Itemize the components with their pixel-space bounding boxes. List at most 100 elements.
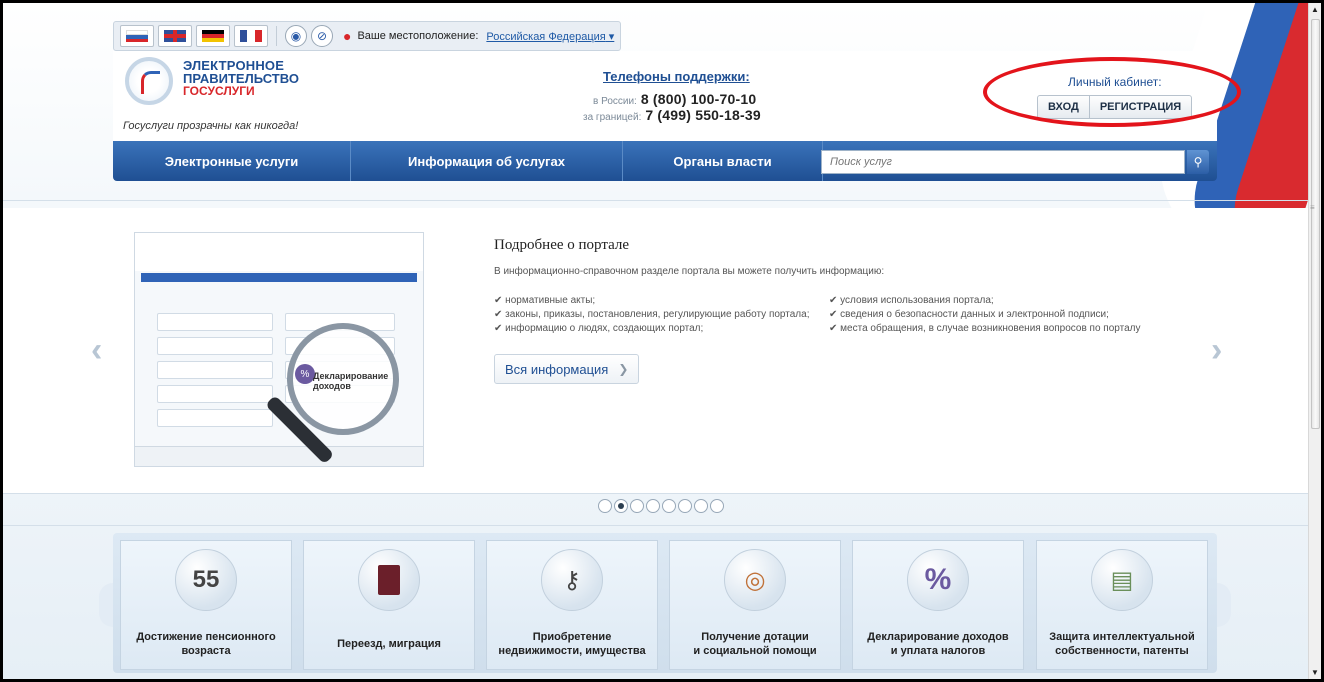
info-slider: % Декларирование доходов Подробнее о пор… xyxy=(3,208,1308,493)
preview-row xyxy=(157,313,273,331)
service-card-migration[interactable]: Переезд, миграция xyxy=(303,540,475,670)
search-icon[interactable]: ⚲ xyxy=(1187,150,1209,174)
service-card-patents[interactable]: ▤ Защита интеллектуальной собственности, … xyxy=(1036,540,1208,670)
label-line1: Защита интеллектуальной xyxy=(1049,631,1195,643)
percent-icon: % xyxy=(295,364,315,384)
list-item: информацию о людях, создающих портал; xyxy=(494,322,809,336)
scroll-down-icon[interactable]: ▼ xyxy=(1311,668,1319,677)
service-card-label: Приобретение недвижимости, имущества xyxy=(491,630,653,658)
preview-footer xyxy=(135,446,423,466)
pagination-dot[interactable] xyxy=(694,499,708,513)
label-line1: Декларирование доходов xyxy=(867,631,1009,643)
compass-icon[interactable]: ⊘ xyxy=(311,25,333,47)
portal-preview-image[interactable]: % Декларирование доходов xyxy=(134,232,424,467)
all-info-label: Вся информация xyxy=(505,361,609,377)
pagination-dot[interactable] xyxy=(630,499,644,513)
service-card-label: Получение дотации и социальной помощи xyxy=(674,630,836,658)
main-nav: Электронные услуги Информация об услугах… xyxy=(113,141,1217,181)
preview-row xyxy=(157,385,273,403)
cards-prev-arrow-icon[interactable] xyxy=(99,583,113,627)
service-card-label: Переезд, миграция xyxy=(308,637,470,651)
slider-divider xyxy=(3,493,1308,494)
service-card-label: Достижение пенсионного возраста xyxy=(125,630,287,658)
nav-service-info[interactable]: Информация об услугах xyxy=(351,141,623,181)
passport-icon xyxy=(358,549,420,611)
preview-nav xyxy=(141,273,417,282)
support-title-text: Телефоны поддержки xyxy=(603,69,746,84)
label-line1: Переезд, миграция xyxy=(337,638,441,650)
service-card-label: Декларирование доходов и уплата налогов xyxy=(857,630,1019,658)
location-value: Российская Федерация xyxy=(486,30,606,43)
list-item: условия использования портала; xyxy=(829,294,1141,308)
list-item: законы, приказы, постановления, регулиру… xyxy=(494,308,809,322)
list-item: места обращения, в случае возникновения … xyxy=(829,322,1140,336)
label-line1: Достижение пенсионного xyxy=(136,631,276,643)
pagination-dot[interactable] xyxy=(710,499,724,513)
fr-flag-icon[interactable] xyxy=(234,25,268,47)
nav-authorities[interactable]: Органы власти xyxy=(623,141,823,181)
phone-number: 8 (800) 100-70-10 xyxy=(640,91,757,107)
label-line1: Получение дотации xyxy=(701,631,809,643)
list-item: нормативные акты; xyxy=(494,294,809,308)
pagination-dot[interactable] xyxy=(598,499,612,513)
percent-icon: % xyxy=(907,549,969,611)
lifebuoy-icon: ◎ xyxy=(724,549,786,611)
preview-row xyxy=(157,409,273,427)
slide-intro: В информационно-справочном разделе порта… xyxy=(494,266,885,277)
pagination-dot[interactable] xyxy=(678,499,692,513)
list-item: сведения о безопасности данных и электро… xyxy=(829,308,1141,322)
label-line2: возраста xyxy=(181,645,231,657)
calendar-55-icon: 55 xyxy=(175,549,237,611)
phone-number: 7 (499) 550-18-39 xyxy=(645,107,761,123)
cards-divider xyxy=(3,525,1308,526)
location-pin-icon: ● xyxy=(343,28,352,44)
de-flag-icon[interactable] xyxy=(196,25,230,47)
top-toolbar: ◉ ⊘ ● Ваше местоположение: Российская Фе… xyxy=(113,21,622,51)
pagination-dot[interactable] xyxy=(662,499,676,513)
preview-row xyxy=(157,361,273,379)
scrollbar-thumb[interactable] xyxy=(1311,19,1320,429)
highlight-ellipse xyxy=(983,57,1241,127)
nav-electronic-services[interactable]: Электронные услуги xyxy=(113,141,351,181)
keys-icon: ⚷ xyxy=(541,549,603,611)
search-field[interactable] xyxy=(821,150,1185,174)
slider-next-arrow-icon[interactable]: › xyxy=(1211,331,1222,370)
service-card-subsidy[interactable]: ◎ Получение дотации и социальной помощи xyxy=(669,540,841,670)
toolbar-divider xyxy=(276,26,277,46)
pagination-dot[interactable] xyxy=(646,499,660,513)
slide-title: Подробнее о портале xyxy=(494,237,630,253)
label-line2: и уплата налогов xyxy=(890,645,986,657)
location-selector[interactable]: Российская Федерация ▾ xyxy=(486,30,614,43)
service-card-pension[interactable]: 55 Достижение пенсионного возраста xyxy=(120,540,292,670)
service-card-property[interactable]: ⚷ Приобретение недвижимости, имущества xyxy=(486,540,658,670)
accessibility-eye-icon[interactable]: ◉ xyxy=(285,25,307,47)
phone-label: в России: xyxy=(593,96,637,107)
label-line2: недвижимости, имущества xyxy=(498,645,646,657)
search-input[interactable] xyxy=(822,151,1184,173)
slogan: Госуслуги прозрачны как никогда! xyxy=(123,120,299,132)
page: ◉ ⊘ ● Ваше местоположение: Российская Фе… xyxy=(3,3,1308,679)
logo-line3: ГОСУСЛУГИ xyxy=(183,84,255,98)
gosuslugi-logo-icon[interactable] xyxy=(125,57,173,105)
scroll-up-icon[interactable]: ▲ xyxy=(1311,5,1319,14)
service-card-label: Защита интеллектуальной собственности, па… xyxy=(1041,630,1203,658)
ru-flag-icon[interactable] xyxy=(120,25,154,47)
cards-next-arrow-icon[interactable] xyxy=(1217,583,1231,627)
uk-flag-icon[interactable] xyxy=(158,25,192,47)
support-phones-link[interactable]: Телефоны поддержки: xyxy=(603,69,750,84)
preview-header xyxy=(135,233,423,271)
info-list-right: условия использования портала; сведения … xyxy=(829,294,1141,336)
magnified-text: Декларирование доходов xyxy=(313,371,389,391)
all-info-button[interactable]: Вся информация ❯ xyxy=(494,354,640,384)
scrollbar-grip-icon: ≡ xyxy=(1310,203,1315,212)
label-line2: и социальной помощи xyxy=(693,645,817,657)
info-list-left: нормативные акты; законы, приказы, поста… xyxy=(494,294,809,336)
slider-prev-arrow-icon[interactable]: ‹ xyxy=(91,331,102,370)
vertical-scrollbar[interactable]: ▲ ≡ ▼ xyxy=(1308,3,1321,679)
phone-label: за границей: xyxy=(583,112,642,123)
pagination-dot[interactable] xyxy=(614,499,628,513)
label-line1: Приобретение xyxy=(532,631,612,643)
slider-pagination xyxy=(598,499,724,513)
service-card-taxes[interactable]: % Декларирование доходов и уплата налогов xyxy=(852,540,1024,670)
chevron-right-icon: ❯ xyxy=(618,362,629,376)
